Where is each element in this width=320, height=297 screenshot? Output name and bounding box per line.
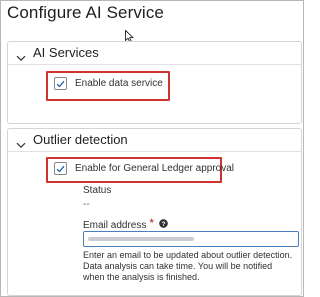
ai-services-header[interactable]: AI Services <box>8 42 301 65</box>
outlier-detection-header[interactable]: Outlier detection <box>8 129 301 152</box>
svg-text:?: ? <box>161 221 165 228</box>
enable-data-service-checkbox[interactable]: Enable data service <box>54 77 163 90</box>
chevron-down-icon[interactable] <box>16 136 26 154</box>
chevron-down-icon[interactable] <box>16 49 26 67</box>
section-title: AI Services <box>33 45 99 60</box>
section-title: Outlier detection <box>33 132 128 147</box>
checkbox-label: Enable for General Ledger approval <box>75 163 234 174</box>
question-circle-icon[interactable]: ? <box>159 219 168 231</box>
required-asterisk: * <box>149 216 155 230</box>
checkbox[interactable] <box>54 162 67 175</box>
email-address-label: Email address * ? <box>83 216 168 232</box>
status-label: Status <box>83 185 112 196</box>
email-label-text: Email address <box>83 219 147 231</box>
email-help-text: Enter an email to be updated about outli… <box>83 250 293 282</box>
ai-services-section: AI Services Enable data service <box>7 41 302 124</box>
checkmark-icon <box>56 165 65 172</box>
page-title: Configure AI Service <box>7 3 164 22</box>
checkbox-label: Enable data service <box>75 78 163 89</box>
outlier-detection-section: Outlier detection Enable for General Led… <box>7 128 302 296</box>
enable-gl-approval-checkbox[interactable]: Enable for General Ledger approval <box>54 162 234 175</box>
checkmark-icon <box>56 80 65 87</box>
configure-ai-service-dialog: Configure AI Service AI Services Enable … <box>0 0 304 297</box>
redacted-email-text <box>88 237 194 241</box>
status-value: -- <box>83 199 90 210</box>
checkbox[interactable] <box>54 77 67 90</box>
